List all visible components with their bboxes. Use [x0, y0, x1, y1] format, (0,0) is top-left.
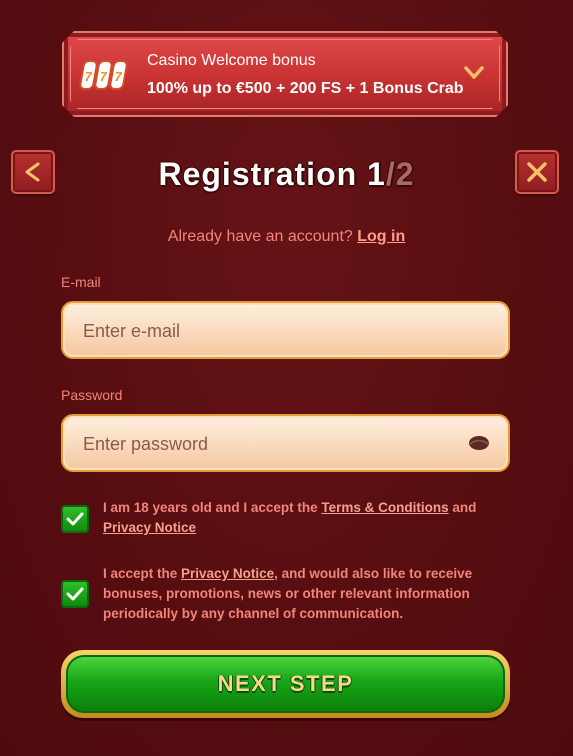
- next-step-button-face: NEXT STEP: [66, 655, 505, 713]
- slot-machine-icon: 7 7 7: [79, 58, 131, 92]
- email-field-wrapper: [61, 301, 510, 359]
- close-icon: [527, 162, 547, 182]
- login-link[interactable]: Log in: [357, 228, 405, 245]
- eye-icon[interactable]: [468, 435, 490, 451]
- terms-link[interactable]: Terms & Conditions: [321, 500, 448, 515]
- bonus-title: Casino Welcome bonus: [147, 52, 316, 69]
- close-button[interactable]: [515, 150, 559, 194]
- consent-text: I accept the: [103, 566, 182, 581]
- next-step-button[interactable]: NEXT STEP: [61, 650, 510, 718]
- title-step-total: /2: [385, 156, 415, 192]
- checkmark-icon: [66, 512, 84, 526]
- password-field-wrapper: [61, 414, 510, 472]
- banner-frame: [70, 39, 500, 109]
- marketing-consent-checkbox[interactable]: [61, 580, 89, 608]
- marketing-consent-text: I accept the Privacy Notice, and would a…: [103, 564, 513, 624]
- email-field[interactable]: [81, 303, 465, 359]
- privacy-notice-link[interactable]: Privacy Notice: [181, 566, 274, 581]
- next-step-label: NEXT STEP: [217, 671, 354, 696]
- privacy-notice-link[interactable]: Privacy Notice: [103, 520, 196, 535]
- chevron-down-icon[interactable]: [464, 66, 484, 80]
- age-terms-consent-text: I am 18 years old and I accept the Terms…: [103, 498, 513, 538]
- consent-text: and: [448, 500, 477, 515]
- checkmark-icon: [66, 587, 84, 601]
- password-label: Password: [61, 387, 123, 403]
- registration-page: 7 7 7 Casino Welcome bonus 100% up to €5…: [0, 0, 573, 756]
- password-field[interactable]: [81, 416, 465, 472]
- login-prompt: Already have an account? Log in: [0, 228, 573, 246]
- title-main: Registration 1: [158, 156, 386, 192]
- welcome-bonus-banner[interactable]: 7 7 7 Casino Welcome bonus 100% up to €5…: [62, 31, 508, 117]
- email-label: E-mail: [61, 274, 101, 290]
- login-prompt-text: Already have an account?: [167, 228, 353, 245]
- page-title: Registration 1/2: [0, 156, 573, 193]
- age-terms-checkbox[interactable]: [61, 505, 89, 533]
- bonus-subtitle: 100% up to €500 + 200 FS + 1 Bonus Crab: [147, 80, 464, 97]
- consent-text: I am 18 years old and I accept the: [103, 500, 322, 515]
